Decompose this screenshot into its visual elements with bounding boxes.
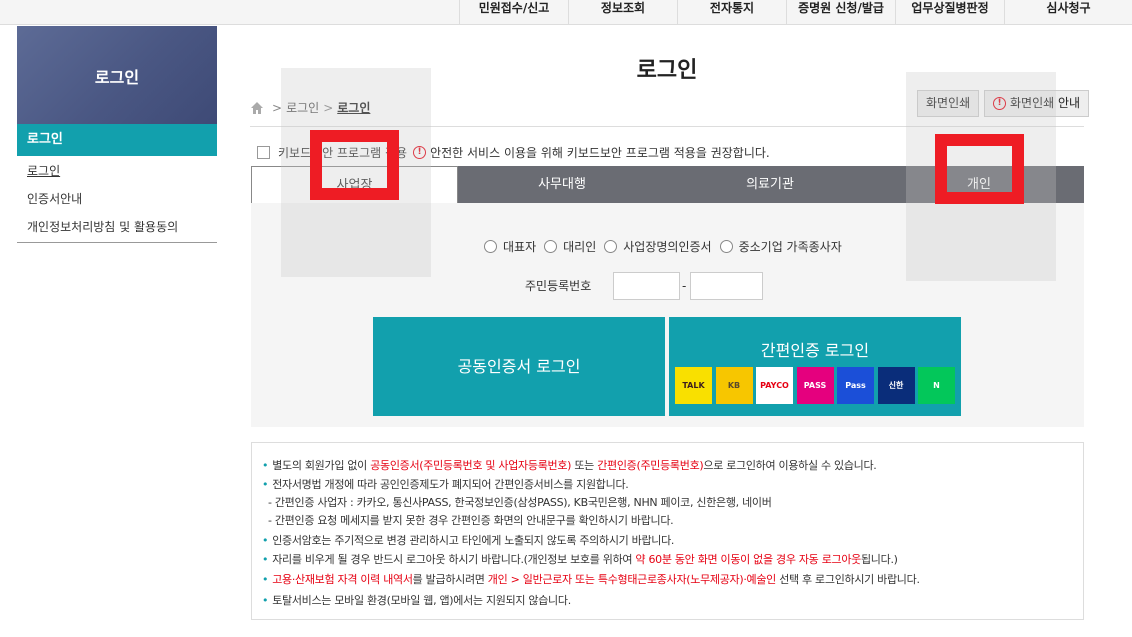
notice-item: • 토탈서비스는 모바일 환경(모바일 웹, 앱)에서는 지원되지 않습니다. [262,594,571,607]
radio-button[interactable] [544,240,558,253]
notice-item: • 자리를 비우게 될 경우 반드시 로그아웃 하시기 바랍니다.(개인정보 보호… [262,553,898,566]
nav-item-complaint[interactable]: 민원접수/신고 [459,0,568,25]
notice-item: • 전자서명법 개정에 따라 공인인증제도가 폐지되어 간편인증서비스를 지원합니… [262,478,629,491]
sidebar-item-cert-guide[interactable]: 인증서안내 [17,185,217,213]
sidebar-title: 로그인 [94,68,140,87]
ssn-dash: - [682,279,687,293]
pass-icon[interactable]: PASS [796,367,834,404]
sidebar-item-login[interactable]: 로그인 [17,157,217,185]
radio-label: 대표자 [503,240,537,254]
radio-button[interactable] [484,240,497,253]
notice-item: • 인증서암호는 주기적으로 변경 관리하시고 타인에게 노출되지 않도록 주의하… [262,534,675,547]
top-navigation: 민원접수/신고 정보조회 전자통지 증명원 신청/발급 업무상질병판정 심사청구 [0,0,1132,25]
ssn-back-input[interactable] [690,272,763,300]
radio-option-representative[interactable]: 대표자 [484,238,536,255]
radio-button[interactable] [604,240,618,253]
samsung-pass-icon[interactable]: Pass [837,367,874,404]
cert-login-button[interactable]: 공동인증서 로그인 [373,317,665,416]
notice-item: • 고용·산재보험 자격 이력 내역서를 발급하시려면 개인 > 일반근로자 또는… [262,573,920,586]
radio-option-family-worker[interactable]: 중소기업 가족종사자 [719,238,842,255]
notice-box: • 별도의 회원가입 없이 공동인증서(주민등록번호 및 사업자등록번호) 또는 … [251,442,1084,620]
keyboard-notice-text: 안전한 서비스 이용을 위해 키보드보안 프로그램 적용을 권장합니다. [430,146,770,160]
simple-auth-login-button[interactable]: 간편인증 로그인 TALK KB PAYCO PASS Pass 신한 N [669,317,961,416]
nav-item-info-lookup[interactable]: 정보조회 [568,0,677,25]
ssn-label: 주민등록번호 [525,279,592,293]
notice-subitem: - 간편인증 사업자 : 카카오, 통신사PASS, 한국정보인증(삼성PASS… [268,496,772,509]
annotation-box [935,134,1024,204]
sidebar-divider [17,242,217,243]
cert-login-label: 공동인증서 로그인 [457,357,581,376]
ssn-front-input[interactable] [613,272,680,300]
radio-label: 사업장명의인증서 [623,240,712,254]
notice-item: • 별도의 회원가입 없이 공동인증서(주민등록번호 및 사업자등록번호) 또는 … [262,459,877,472]
user-type-radios: 대표자 대리인 사업장명의인증서 중소기업 가족종사자 [484,238,850,255]
home-icon[interactable] [250,101,264,115]
notice-subitem: - 간편인증 요청 메세지를 받지 못한 경우 간편인증 화면의 안내문구를 확… [268,514,674,527]
payco-icon[interactable]: PAYCO [756,367,793,404]
nav-item-certificate[interactable]: 증명원 신청/발급 [786,0,895,25]
sidebar-item-privacy[interactable]: 개인정보처리방침 및 활용동의 [17,213,217,241]
naver-icon[interactable]: N [918,367,955,404]
simple-login-label: 간편인증 로그인 [760,341,870,360]
nav-item-review-request[interactable]: 심사청구 [1004,0,1132,25]
keyboard-security-notice: ! 안전한 서비스 이용을 위해 키보드보안 프로그램 적용을 권장합니다. [413,144,770,161]
tab-agency[interactable]: 사무대행 [458,166,666,203]
kakaotalk-icon[interactable]: TALK [675,367,712,404]
keyboard-security-checkbox[interactable] [257,146,270,159]
radio-label: 대리인 [563,240,597,254]
radio-button[interactable] [719,240,733,253]
shinhan-bank-icon[interactable]: 신한 [877,367,915,404]
radio-option-proxy[interactable]: 대리인 [544,238,596,255]
kb-bank-icon[interactable]: KB [715,367,753,404]
tab-medical[interactable]: 의료기관 [666,166,874,203]
sidebar-banner: 로그인 [17,26,217,124]
nav-item-disease-judgment[interactable]: 업무상질병판정 [895,0,1004,25]
nav-item-e-notice[interactable]: 전자통지 [677,0,786,25]
page-title: 로그인 [636,58,698,83]
sidebar-section-login[interactable]: 로그인 [17,124,217,156]
radio-label: 중소기업 가족종사자 [738,240,842,254]
radio-option-business-cert[interactable]: 사업장명의인증서 [604,238,712,255]
annotation-box [310,130,399,200]
